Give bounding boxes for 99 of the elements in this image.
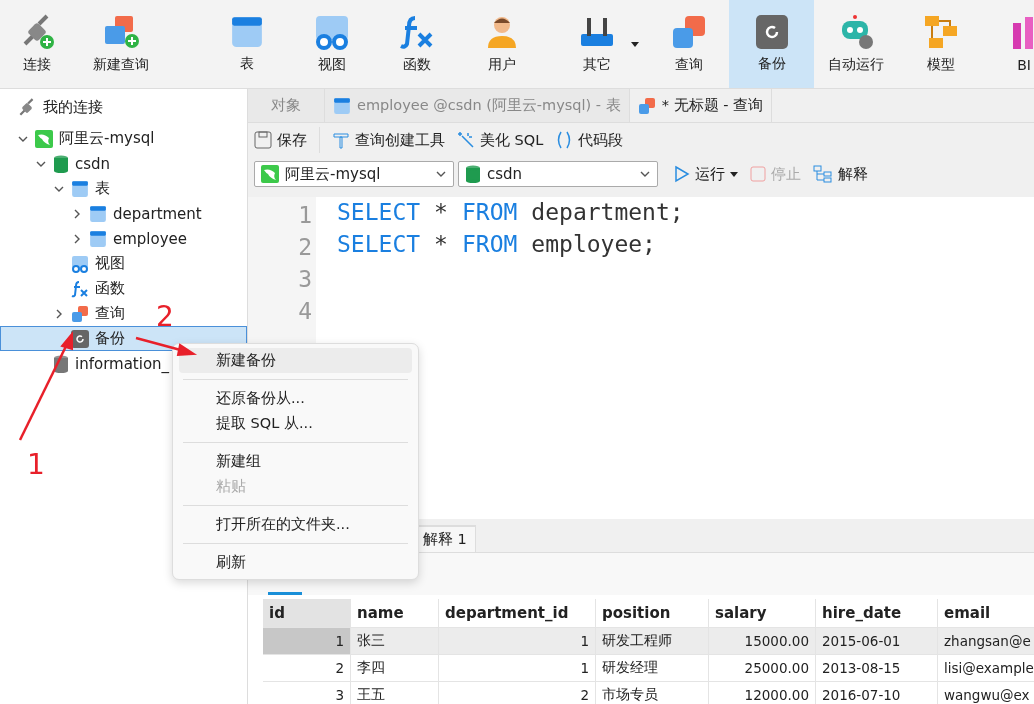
dolphin-icon bbox=[35, 129, 53, 148]
table-cell: zhangsan@e bbox=[938, 628, 1034, 655]
line-number: 1 bbox=[298, 201, 312, 230]
dolphin-icon bbox=[261, 165, 279, 183]
menu-item[interactable]: 还原备份从... bbox=[179, 386, 412, 411]
toolbar-button[interactable]: 美化 SQL bbox=[457, 130, 544, 150]
menu-item[interactable]: 提取 SQL 从... bbox=[179, 411, 412, 436]
toolbar-button[interactable]: 自动运行 bbox=[814, 0, 897, 88]
connection-select[interactable]: 阿里云-mysql bbox=[254, 161, 454, 187]
toolbar-button[interactable]: 函数 bbox=[375, 0, 459, 88]
tree-item[interactable]: information_ bbox=[0, 351, 175, 376]
menu-item[interactable]: 刷新 bbox=[179, 550, 412, 575]
database-select[interactable]: csdn bbox=[458, 161, 658, 187]
line-number: 4 bbox=[298, 297, 312, 326]
database-icon bbox=[53, 354, 69, 373]
stop-icon bbox=[750, 166, 766, 182]
tree-item[interactable]: 视图 bbox=[0, 251, 130, 276]
table-cell: 2013-08-15 bbox=[816, 655, 938, 682]
annotation-number: 1 bbox=[27, 451, 45, 479]
menu-item[interactable]: 打开所在的文件夹... bbox=[179, 512, 412, 537]
table-cell: 25000.00 bbox=[709, 655, 816, 682]
code-token: SELECT bbox=[337, 231, 421, 259]
table-icon bbox=[333, 96, 351, 115]
table-cell: 1 bbox=[263, 628, 351, 655]
toolbar-button[interactable]: 用户 bbox=[459, 0, 545, 88]
function-icon bbox=[399, 14, 435, 50]
user-icon bbox=[485, 14, 519, 50]
table-cell: 15000.00 bbox=[709, 628, 816, 655]
code-token: FROM bbox=[461, 231, 518, 259]
code-token: * bbox=[434, 231, 448, 259]
toolbar-button[interactable]: BI bbox=[985, 0, 1034, 88]
toolbar-button[interactable]: 视图 bbox=[289, 0, 375, 88]
toolbar-button[interactable]: 保存 bbox=[254, 130, 307, 150]
code-token: SELECT bbox=[337, 199, 421, 227]
toolbar-button[interactable]: 其它 bbox=[545, 0, 649, 88]
menu-item[interactable]: 新建备份 bbox=[179, 348, 412, 373]
view-icon bbox=[314, 14, 350, 50]
table-icon bbox=[71, 179, 89, 198]
table-cell: 研发经理 bbox=[596, 655, 709, 682]
function-icon bbox=[71, 279, 89, 298]
database-icon bbox=[465, 165, 481, 183]
table-cell: 研发工程师 bbox=[596, 628, 709, 655]
toolbar-button[interactable]: 查询 bbox=[649, 0, 729, 88]
hammer-icon bbox=[332, 131, 350, 149]
toolbar-button[interactable]: 表 bbox=[205, 0, 289, 88]
model-icon bbox=[923, 14, 959, 50]
tree-item[interactable]: csdn bbox=[0, 151, 116, 176]
table-cell: 1 bbox=[439, 655, 596, 682]
caret-icon[interactable] bbox=[631, 42, 639, 47]
diagram-icon bbox=[813, 165, 833, 183]
toolbar-button[interactable]: 备份 bbox=[729, 0, 814, 88]
caret-icon[interactable] bbox=[730, 171, 738, 177]
menu-item[interactable]: 新建组 bbox=[179, 449, 412, 474]
toolbar-button[interactable]: 解释 bbox=[813, 164, 868, 184]
toolbar-button[interactable]: 查询创建工具 bbox=[332, 130, 445, 150]
tree-item[interactable]: 函数 bbox=[0, 276, 130, 301]
table-cell: 2015-06-01 bbox=[816, 628, 938, 655]
table-cell: 2 bbox=[263, 655, 351, 682]
table-cell: 李四 bbox=[351, 655, 439, 682]
query-icon bbox=[637, 96, 656, 115]
line-number: 2 bbox=[298, 233, 312, 262]
table-icon bbox=[230, 15, 264, 49]
chart-icon bbox=[1011, 15, 1034, 51]
tree-item[interactable]: 阿里云-mysql bbox=[0, 126, 160, 151]
table-cell: 张三 bbox=[351, 628, 439, 655]
table-icon bbox=[89, 229, 107, 248]
tree-item[interactable]: department bbox=[0, 201, 207, 226]
table-cell: 1 bbox=[439, 628, 596, 655]
toolbar-button[interactable]: 运行 bbox=[674, 164, 738, 184]
toolbar-button[interactable]: 连接 bbox=[4, 0, 70, 88]
code-token: employee; bbox=[531, 231, 656, 259]
tree-item[interactable]: 查询 bbox=[0, 301, 130, 326]
table-icon bbox=[89, 204, 107, 223]
query-icon bbox=[671, 14, 707, 50]
database-icon bbox=[53, 154, 69, 173]
column-header[interactable]: salary bbox=[709, 599, 816, 628]
column-header[interactable]: position bbox=[596, 599, 709, 628]
column-header[interactable]: hire_date bbox=[816, 599, 938, 628]
wand-icon bbox=[457, 131, 475, 149]
backup-icon bbox=[755, 15, 788, 49]
column-header[interactable]: id bbox=[263, 599, 351, 628]
save-icon bbox=[254, 131, 272, 149]
view-icon bbox=[71, 254, 89, 273]
code-token: FROM bbox=[461, 199, 518, 227]
line-number: 3 bbox=[298, 265, 312, 294]
query-icon bbox=[71, 304, 89, 323]
play-icon bbox=[674, 165, 690, 183]
tree-item[interactable]: 表 bbox=[0, 176, 115, 201]
code-token: * bbox=[434, 199, 448, 227]
tree-item[interactable]: employee bbox=[0, 226, 193, 251]
backup-icon bbox=[71, 329, 89, 348]
code-token: department; bbox=[531, 199, 684, 227]
column-header[interactable]: name bbox=[351, 599, 439, 628]
toolbar-button[interactable]: 新建查询 bbox=[70, 0, 172, 88]
toolbar-button[interactable]: 模型 bbox=[897, 0, 985, 88]
sidebar-title: 我的连接 bbox=[43, 98, 103, 117]
arrow bbox=[134, 335, 196, 357]
toolbar-button[interactable]: 代码段 bbox=[555, 130, 624, 150]
column-header[interactable]: department_id bbox=[439, 599, 596, 628]
